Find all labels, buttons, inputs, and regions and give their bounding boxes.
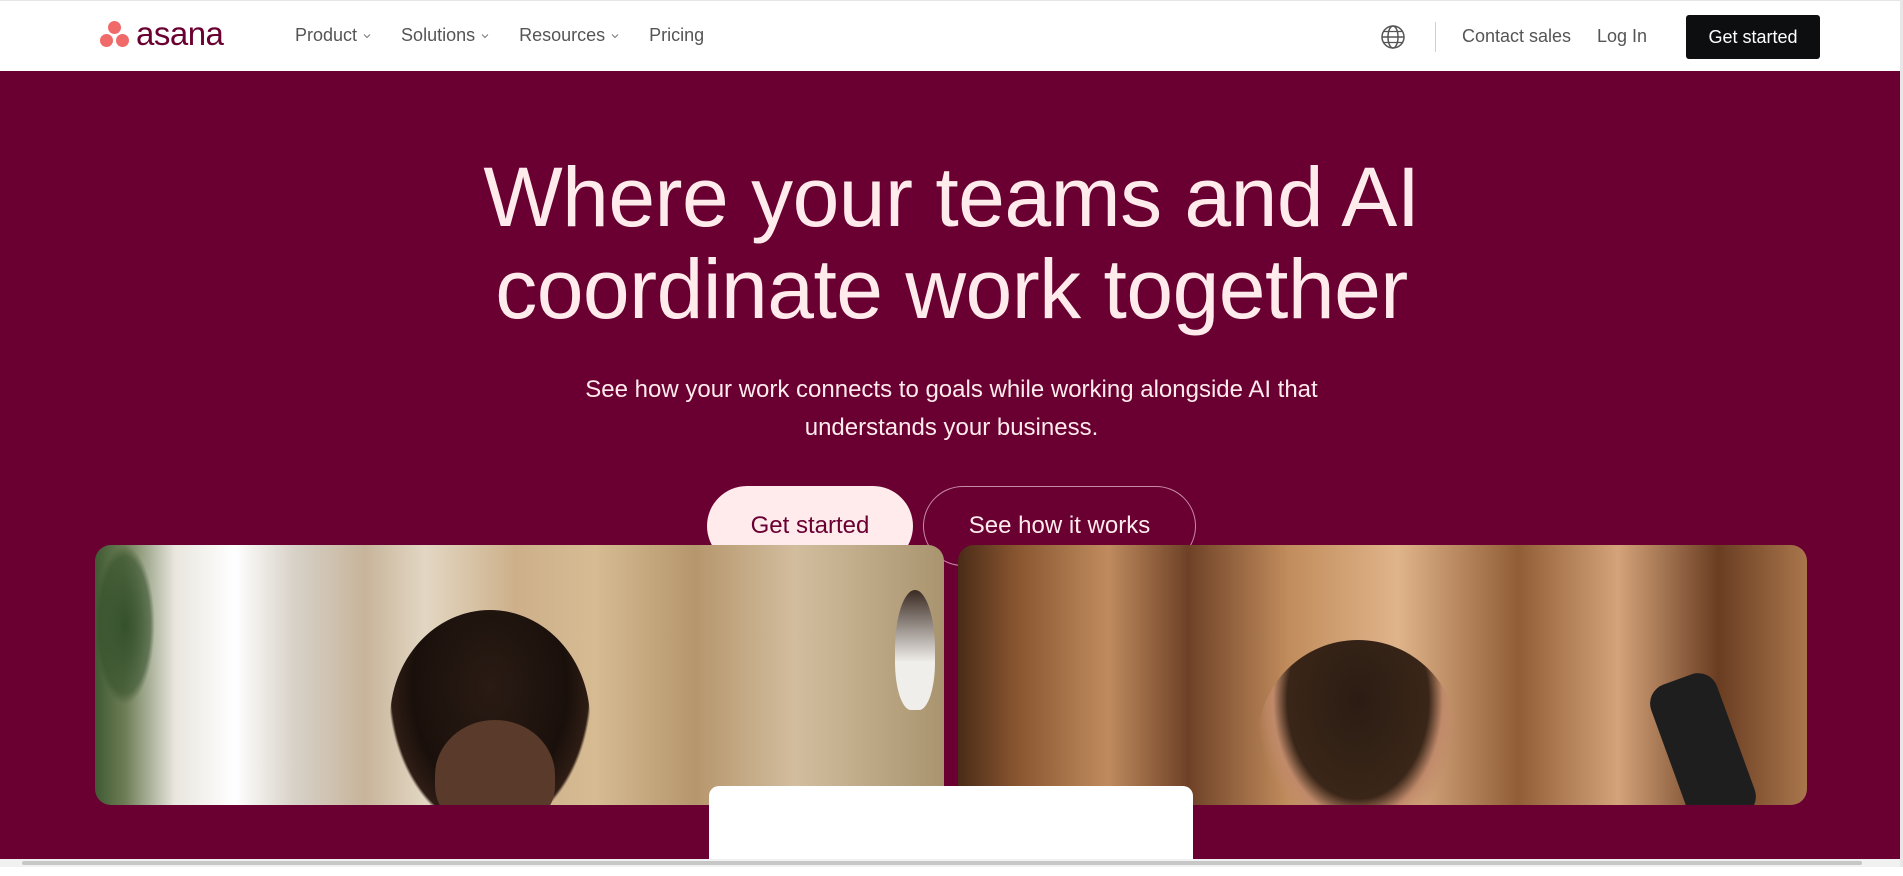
globe-icon[interactable] xyxy=(1380,24,1406,50)
site-header: asana Product Solutions Resources Pricin… xyxy=(0,0,1903,71)
hero-headline-line: coordinate work together xyxy=(495,242,1408,336)
contact-sales-link[interactable]: Contact sales xyxy=(1462,26,1571,47)
hero-photo-man-at-desk xyxy=(958,545,1807,805)
nav-item-label: Solutions xyxy=(401,25,476,45)
chevron-down-icon xyxy=(481,33,489,38)
nav-item-pricing[interactable]: Pricing xyxy=(649,25,704,46)
brand-name: asana xyxy=(136,15,224,52)
hero-headline: Where your teams and AI coordinate work … xyxy=(0,151,1903,335)
hero-photo-woman-at-laptop xyxy=(95,545,944,805)
asana-logo[interactable]: asana xyxy=(99,15,224,52)
hero-headline-line: Where your teams and AI xyxy=(483,150,1420,244)
nav-item-label: Product xyxy=(295,25,358,45)
asana-logo-icon xyxy=(99,19,131,49)
chevron-down-icon xyxy=(611,33,619,38)
nav-item-product[interactable]: Product xyxy=(295,25,371,46)
nav-item-resources[interactable]: Resources xyxy=(519,25,619,46)
header-get-started-button[interactable]: Get started xyxy=(1686,15,1820,59)
hero-subheadline-line: See how your work connects to goals whil… xyxy=(585,376,1318,403)
header-divider xyxy=(1435,22,1436,52)
nav-item-solutions[interactable]: Solutions xyxy=(401,25,489,46)
hero-subheadline: See how your work connects to goals whil… xyxy=(0,371,1903,447)
chevron-down-icon xyxy=(363,33,371,38)
main-nav: Product Solutions Resources Pricing xyxy=(295,25,734,46)
nav-item-label: Resources xyxy=(519,25,606,45)
nav-item-label: Pricing xyxy=(649,25,705,45)
hero-subheadline-line: understands your business. xyxy=(804,414,1099,441)
horizontal-scrollbar[interactable] xyxy=(0,859,1903,867)
log-in-link[interactable]: Log In xyxy=(1597,26,1647,47)
